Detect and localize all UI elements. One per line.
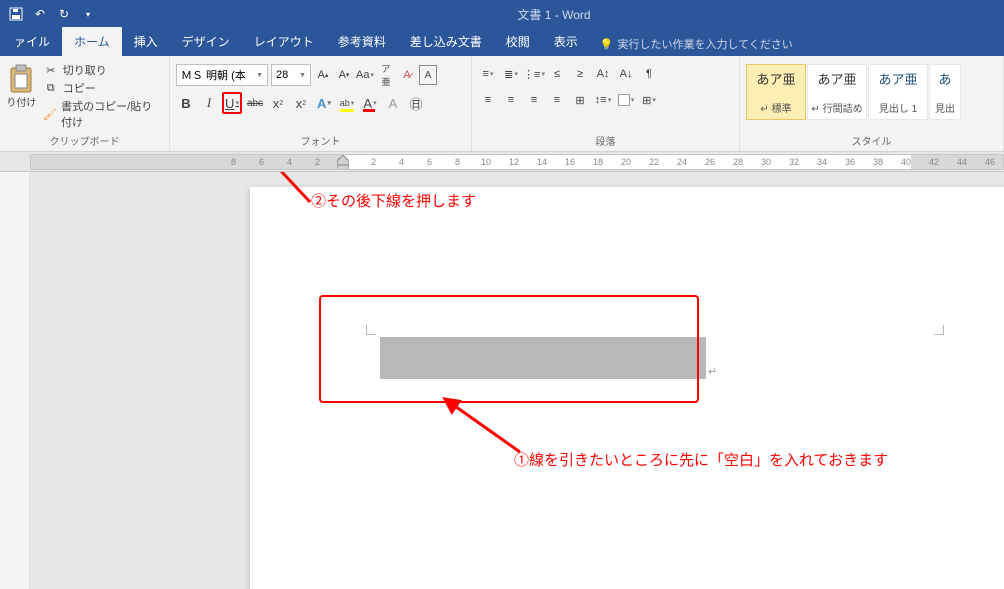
window-title: 文書 1 - Word — [104, 6, 1004, 23]
underline-button[interactable]: U▾ — [222, 92, 242, 114]
tab-review[interactable]: 校閲 — [494, 27, 542, 56]
bold-button[interactable]: B — [176, 92, 196, 114]
shading-button[interactable]: ▾ — [616, 90, 636, 110]
decrease-indent-button[interactable]: ≤ — [547, 64, 567, 84]
style-no-spacing[interactable]: あア亜↵ 行間詰め — [807, 64, 867, 120]
title-bar: ↶ ↻ ▾ 文書 1 - Word — [0, 0, 1004, 28]
navigation-pane[interactable] — [0, 172, 30, 589]
chevron-down-icon: ▼ — [256, 72, 263, 79]
scissors-icon: ✂ — [43, 63, 59, 77]
margin-mark-icon — [930, 321, 944, 335]
annotation-text-1: ①線を引きたいところに先に「空白」を入れておきます — [514, 449, 888, 470]
ribbon-tabs: ァイル ホーム 挿入 デザイン レイアウト 参考資料 差し込み文書 校閲 表示 … — [0, 28, 1004, 56]
decrease-font-button[interactable]: A▾ — [335, 65, 353, 85]
chevron-down-icon: ▼ — [299, 72, 306, 79]
lightbulb-icon: 💡 — [600, 38, 614, 51]
tell-me-search[interactable]: 💡 実行したい作業を入力してください — [590, 36, 799, 56]
font-size-select[interactable]: 28▼ — [271, 64, 311, 86]
superscript-button[interactable]: x2 — [291, 92, 311, 114]
paragraph-mark-icon: ↵ — [708, 365, 717, 378]
annotation-text-2: ②その後下線を押します — [311, 190, 476, 211]
paste-icon — [8, 64, 34, 94]
style-normal[interactable]: あア亜↵ 標準 — [746, 64, 806, 120]
char-shading-button[interactable]: A — [383, 92, 403, 114]
tab-view[interactable]: 表示 — [542, 27, 590, 56]
enclose-button[interactable]: ㊐ — [406, 92, 426, 114]
tab-mailings[interactable]: 差し込み文書 — [398, 27, 494, 56]
cut-button[interactable]: ✂切り取り — [43, 62, 163, 78]
phonetic-guide-button[interactable]: ア亜 — [377, 65, 395, 85]
annotation-box — [319, 295, 699, 403]
undo-icon[interactable]: ↶ — [32, 6, 48, 22]
font-color-button[interactable]: A▾ — [360, 92, 380, 114]
align-right-button[interactable]: ≡ — [524, 90, 544, 110]
quick-access-toolbar: ↶ ↻ ▾ — [0, 6, 104, 22]
brush-icon: 🖌 — [43, 107, 57, 121]
group-font: ＭＳ 明朝 (本▼ 28▼ A▴ A▾ Aa▾ ア亜 A̷ A B I U▾ a… — [170, 56, 472, 151]
horizontal-ruler[interactable]: 8 6 4 2 2 4 6 8 10 12 14 16 18 20 22 24 … — [30, 154, 1004, 170]
clipboard-group-label: クリップボード — [6, 131, 163, 151]
change-case-button[interactable]: Aa▾ — [356, 65, 374, 85]
ribbon: り付け ✂切り取り ⧉コピー 🖌書式のコピー/貼り付け クリップボード ＭＳ 明… — [0, 56, 1004, 152]
format-painter-button[interactable]: 🖌書式のコピー/貼り付け — [43, 98, 163, 130]
tab-design[interactable]: デザイン — [170, 27, 242, 56]
justify-button[interactable]: ≡ — [547, 90, 567, 110]
tab-layout[interactable]: レイアウト — [242, 27, 326, 56]
document-area[interactable]: ↵ ②その後下線を押します ①線を引きたいところに先に「空白」を入れておきます — [30, 172, 1004, 589]
bullets-button[interactable]: ≡▾ — [478, 64, 498, 84]
tab-file[interactable]: ァイル — [2, 27, 62, 56]
save-icon[interactable] — [8, 6, 24, 22]
increase-font-button[interactable]: A▴ — [314, 65, 332, 85]
ruler-area: 8 6 4 2 2 4 6 8 10 12 14 16 18 20 22 24 … — [0, 152, 1004, 172]
distribute-button[interactable]: ⊞ — [570, 90, 590, 110]
paragraph-group-label: 段落 — [478, 131, 733, 151]
text-direction-button[interactable]: A↕ — [593, 64, 613, 84]
italic-button[interactable]: I — [199, 92, 219, 114]
copy-icon: ⧉ — [43, 81, 59, 95]
increase-indent-button[interactable]: ≥ — [570, 64, 590, 84]
styles-group-label: スタイル — [746, 131, 997, 151]
tab-references[interactable]: 参考資料 — [326, 27, 398, 56]
highlight-button[interactable]: ab▾ — [337, 92, 357, 114]
indent-marker-icon[interactable] — [337, 155, 349, 170]
align-center-button[interactable]: ≡ — [501, 90, 521, 110]
sort-button[interactable]: A↓ — [616, 64, 636, 84]
qat-dropdown-icon[interactable]: ▾ — [80, 6, 96, 22]
line-spacing-button[interactable]: ↕≡▾ — [593, 90, 613, 110]
workspace: ↵ ②その後下線を押します ①線を引きたいところに先に「空白」を入れておきます — [0, 172, 1004, 589]
font-group-label: フォント — [176, 131, 465, 151]
show-marks-button[interactable]: ¶ — [639, 64, 659, 84]
strikethrough-button[interactable]: abc — [245, 92, 265, 114]
paste-label: り付け — [6, 94, 36, 109]
group-paragraph: ≡▾ ≣▾ ⋮≡▾ ≤ ≥ A↕ A↓ ¶ ≡ ≡ ≡ ≡ ⊞ ↕≡▾ ▾ ⊞▾… — [472, 56, 740, 151]
paste-button[interactable]: り付け — [6, 60, 37, 131]
redo-icon[interactable]: ↻ — [56, 6, 72, 22]
clear-formatting-button[interactable]: A̷ — [398, 65, 416, 85]
font-name-select[interactable]: ＭＳ 明朝 (本▼ — [176, 64, 268, 86]
group-styles: あア亜↵ 標準 あア亜↵ 行間詰め あア亜見出し 1 あ見出 スタイル — [740, 56, 1004, 151]
multilevel-button[interactable]: ⋮≡▾ — [524, 64, 544, 84]
numbering-button[interactable]: ≣▾ — [501, 64, 521, 84]
tab-insert[interactable]: 挿入 — [122, 27, 170, 56]
subscript-button[interactable]: x2 — [268, 92, 288, 114]
copy-button[interactable]: ⧉コピー — [43, 80, 163, 96]
enclose-char-button[interactable]: A — [419, 65, 437, 85]
text-effects-button[interactable]: A▾ — [314, 92, 334, 114]
borders-button[interactable]: ⊞▾ — [639, 90, 659, 110]
style-heading2[interactable]: あ見出 — [929, 64, 961, 120]
style-heading1[interactable]: あア亜見出し 1 — [868, 64, 928, 120]
tab-home[interactable]: ホーム — [62, 27, 122, 56]
align-left-button[interactable]: ≡ — [478, 90, 498, 110]
group-clipboard: り付け ✂切り取り ⧉コピー 🖌書式のコピー/貼り付け クリップボード — [0, 56, 170, 151]
tell-me-placeholder: 実行したい作業を入力してください — [617, 36, 792, 52]
